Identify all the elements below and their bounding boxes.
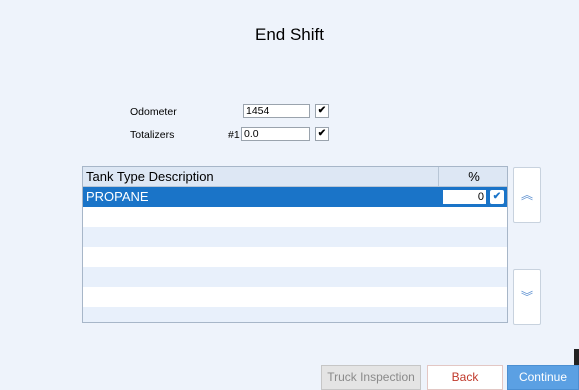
scroll-up-button[interactable]: ︽ [513, 167, 541, 223]
odometer-input[interactable]: 1454 [243, 104, 310, 118]
table-row[interactable]: PROPANE 0 ✔ [83, 187, 507, 207]
header-description: Tank Type Description [86, 169, 214, 184]
totalizers-label: Totalizers [130, 129, 175, 141]
page-title: End Shift [255, 25, 324, 44]
odometer-label: Odometer [130, 106, 177, 118]
table-row-empty[interactable] [83, 267, 507, 287]
percent-checkbox[interactable]: ✔ [490, 190, 504, 204]
table-row-empty[interactable] [83, 307, 507, 322]
double-chevron-up-icon: ︽ [520, 188, 533, 202]
percent-input[interactable]: 0 [443, 190, 486, 204]
back-button[interactable]: Back [427, 365, 503, 390]
odometer-checkbox[interactable]: ✔ [315, 104, 329, 118]
header-percent: % [438, 167, 507, 186]
continue-button[interactable]: Continue [507, 365, 579, 390]
table-row-empty[interactable] [83, 247, 507, 267]
totalizer-index-label: #1 [228, 129, 240, 141]
tank-type-table: Tank Type Description % PROPANE 0 ✔ [82, 166, 508, 323]
table-row-empty[interactable] [83, 287, 507, 307]
totalizer-input[interactable]: 0.0 [241, 127, 310, 141]
table-row-empty[interactable] [83, 227, 507, 247]
totalizer-checkbox[interactable]: ✔ [315, 127, 329, 141]
row-description: PROPANE [86, 189, 149, 204]
double-chevron-down-icon: ︾ [520, 290, 533, 304]
truck-inspection-button[interactable]: Truck Inspection [321, 365, 421, 390]
scroll-down-button[interactable]: ︾ [513, 269, 541, 325]
table-header: Tank Type Description % [83, 167, 507, 187]
table-row-empty[interactable] [83, 207, 507, 227]
window-corner-tab [574, 349, 579, 365]
